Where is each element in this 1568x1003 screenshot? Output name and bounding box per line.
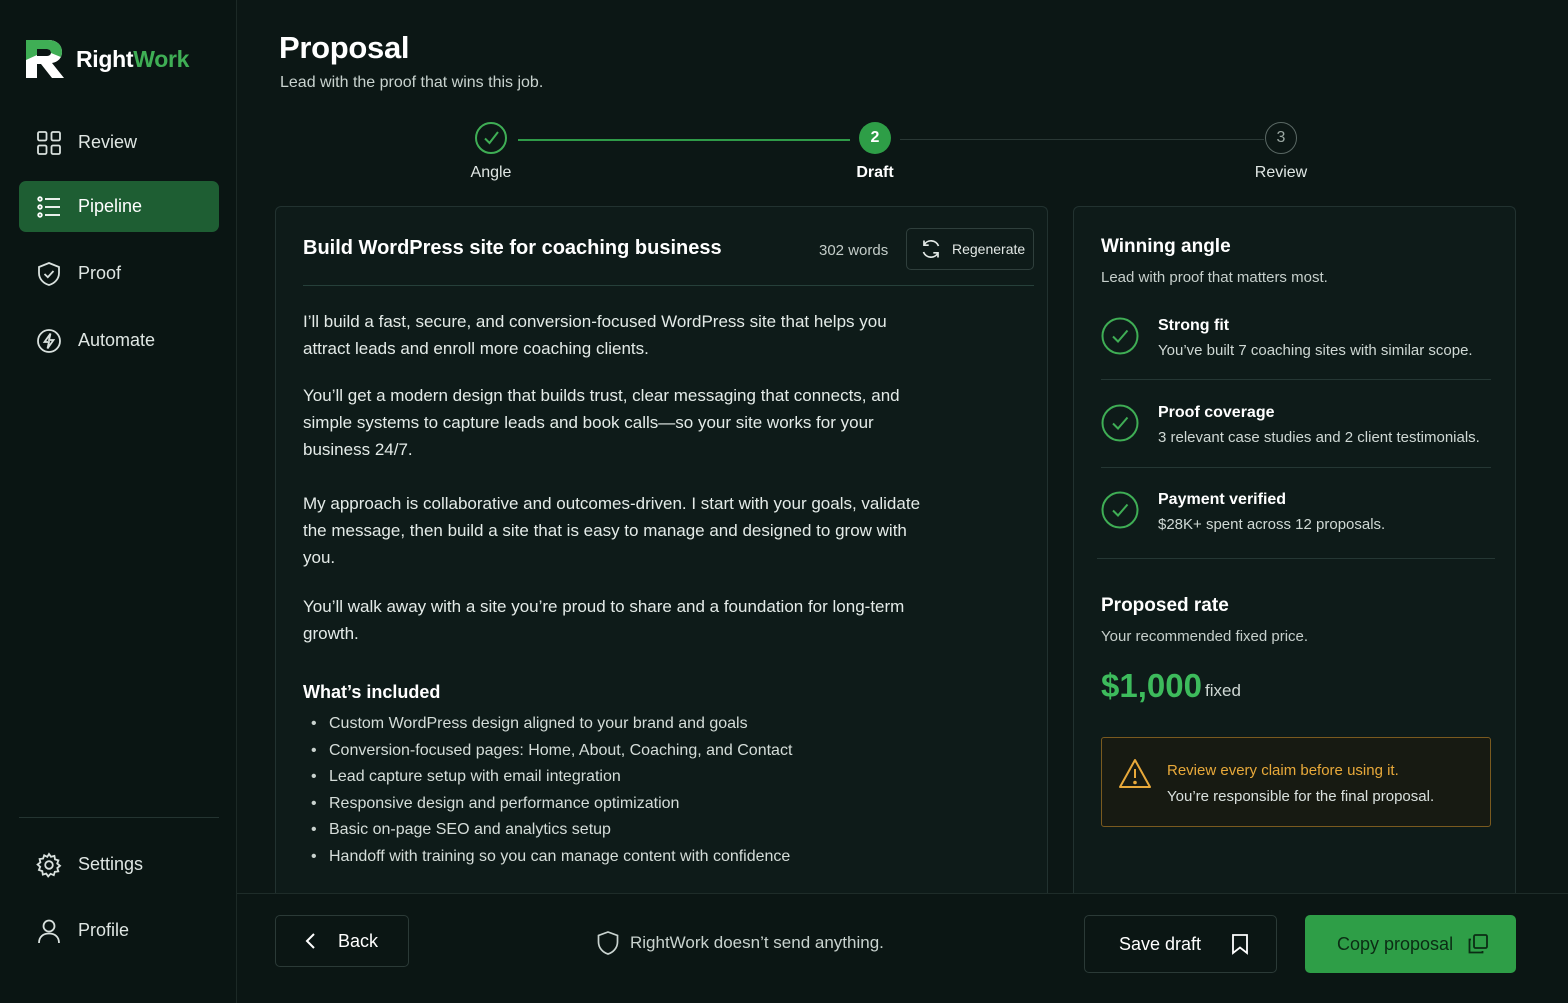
- list-item: Custom WordPress design aligned to your …: [303, 711, 792, 738]
- chevron-left-icon: [305, 933, 315, 949]
- sidebar-item-automate[interactable]: Automate: [19, 315, 219, 366]
- check-circle-icon: [1101, 317, 1139, 355]
- logo-mark-icon: [26, 40, 64, 78]
- proposed-rate-title: Proposed rate: [1101, 595, 1229, 616]
- sidebar: RightWork Review Pipeline Proof Automate: [0, 0, 237, 1003]
- check-circle-icon: [1101, 491, 1139, 529]
- price-unit: fixed: [1205, 681, 1241, 700]
- bookmark-icon: [1232, 934, 1248, 955]
- fit-item-payment-verified: Payment verified $28K+ spent across 12 p…: [1101, 491, 1491, 578]
- page-title: Proposal: [279, 30, 410, 65]
- warning-box: Review every claim before using it. You’…: [1101, 737, 1491, 827]
- warning-detail: You’re responsible for the final proposa…: [1167, 788, 1435, 805]
- grid-icon: [37, 130, 61, 155]
- copy-proposal-button[interactable]: Copy proposal: [1305, 915, 1516, 973]
- sidebar-item-label: Review: [78, 132, 138, 152]
- sidebar-item-review[interactable]: Review: [19, 117, 219, 168]
- draft-paragraph[interactable]: My approach is collaborative and outcome…: [303, 490, 923, 571]
- refresh-icon: [922, 240, 940, 258]
- fit-item-strong-fit: Strong fit You’ve built 7 coaching sites…: [1101, 317, 1491, 404]
- divider: [1097, 558, 1495, 559]
- sidebar-item-label: Automate: [78, 330, 156, 350]
- shield-icon: [597, 931, 619, 955]
- logo-text-part2: Work: [133, 45, 190, 72]
- winning-angle-subtitle: Lead with proof that matters most.: [1101, 269, 1328, 286]
- fit-item-detail: You’ve built 7 coaching sites with simil…: [1158, 342, 1473, 359]
- list-item: Handoff with training so you can manage …: [303, 844, 792, 871]
- fit-item-title: Payment verified: [1158, 491, 1287, 508]
- fit-item-detail: 3 relevant case studies and 2 client tes…: [1158, 429, 1480, 446]
- save-draft-button[interactable]: Save draft: [1084, 915, 1277, 973]
- step-number: 3: [1265, 122, 1297, 154]
- regenerate-label: Regenerate: [952, 241, 1026, 257]
- winning-angle-card: Winning angle Lead with proof that matte…: [1073, 206, 1516, 906]
- copy-icon: [1468, 934, 1488, 954]
- list-icon: [37, 195, 60, 218]
- draft-paragraph[interactable]: You’ll walk away with a site you’re prou…: [303, 593, 923, 647]
- shield-check-icon: [38, 261, 60, 286]
- sidebar-item-profile[interactable]: Profile: [19, 905, 219, 956]
- word-count: 302 words: [819, 242, 889, 259]
- regenerate-button[interactable]: Regenerate: [906, 228, 1034, 270]
- check-circle-icon: [1101, 404, 1139, 442]
- list-item: Basic on-page SEO and analytics setup: [303, 817, 792, 844]
- note-text: RightWork doesn’t send anything.: [630, 933, 884, 952]
- step-angle[interactable]: Angle: [431, 122, 551, 182]
- draft-paragraph[interactable]: I’ll build a fast, secure, and conversio…: [303, 308, 923, 362]
- back-label: Back: [338, 930, 379, 951]
- logo-text-part1: Right: [76, 45, 134, 72]
- sidebar-divider: [19, 817, 219, 818]
- draft-title: Build WordPress site for coaching busine…: [303, 237, 722, 259]
- fit-item-title: Strong fit: [1158, 317, 1230, 334]
- sidebar-item-label: Profile: [78, 920, 130, 940]
- sidebar-item-settings[interactable]: Settings: [19, 839, 219, 890]
- stepper-line-complete: [518, 139, 850, 141]
- divider: [1101, 467, 1491, 468]
- fit-item-title: Proof coverage: [1158, 404, 1275, 421]
- fit-item-proof-coverage: Proof coverage 3 relevant case studies a…: [1101, 404, 1491, 491]
- logo-text: RightWork: [76, 46, 189, 73]
- step-number: 2: [859, 122, 891, 154]
- step-label: Review: [1254, 164, 1308, 181]
- sidebar-item-label: Pipeline: [78, 196, 143, 216]
- page-subtitle: Lead with the proof that wins this job.: [280, 74, 544, 91]
- divider: [1101, 379, 1491, 380]
- warning-title: Review every claim before using it.: [1167, 762, 1399, 779]
- step-review[interactable]: 3 Review: [1221, 122, 1341, 182]
- divider: [303, 285, 1034, 286]
- copy-label: Copy proposal: [1337, 933, 1454, 954]
- included-list: Custom WordPress design aligned to your …: [303, 711, 792, 870]
- sidebar-item-proof[interactable]: Proof: [19, 248, 219, 299]
- stepper-line-pending: [900, 139, 1264, 140]
- save-label: Save draft: [1119, 933, 1202, 954]
- included-title: What’s included: [303, 682, 441, 702]
- sidebar-item-label: Proof: [78, 263, 122, 283]
- step-label: Angle: [470, 164, 512, 181]
- price-amount: $1,000: [1101, 667, 1202, 704]
- logo[interactable]: RightWork: [24, 38, 189, 80]
- winning-angle-title: Winning angle: [1101, 236, 1231, 257]
- list-item: Lead capture setup with email integratio…: [303, 764, 792, 791]
- step-label: Draft: [856, 164, 894, 181]
- draft-card: Build WordPress site for coaching busine…: [275, 206, 1048, 906]
- sidebar-item-pipeline[interactable]: Pipeline: [19, 181, 219, 232]
- no-send-note: RightWork doesn’t send anything.: [596, 930, 884, 956]
- sidebar-item-label: Settings: [78, 854, 144, 874]
- gear-icon: [36, 851, 62, 878]
- list-item: Conversion-focused pages: Home, About, C…: [303, 738, 792, 765]
- check-icon: [475, 122, 507, 154]
- proposed-rate-subtitle: Your recommended fixed price.: [1101, 628, 1309, 645]
- user-icon: [38, 919, 60, 943]
- step-draft[interactable]: 2 Draft: [815, 122, 935, 182]
- fit-item-detail: $28K+ spent across 12 proposals.: [1158, 516, 1386, 533]
- warning-icon: [1119, 759, 1151, 788]
- bolt-icon: [37, 328, 61, 353]
- back-button[interactable]: Back: [275, 915, 409, 967]
- draft-paragraph[interactable]: You’ll get a modern design that builds t…: [303, 382, 923, 463]
- list-item: Responsive design and performance optimi…: [303, 791, 792, 818]
